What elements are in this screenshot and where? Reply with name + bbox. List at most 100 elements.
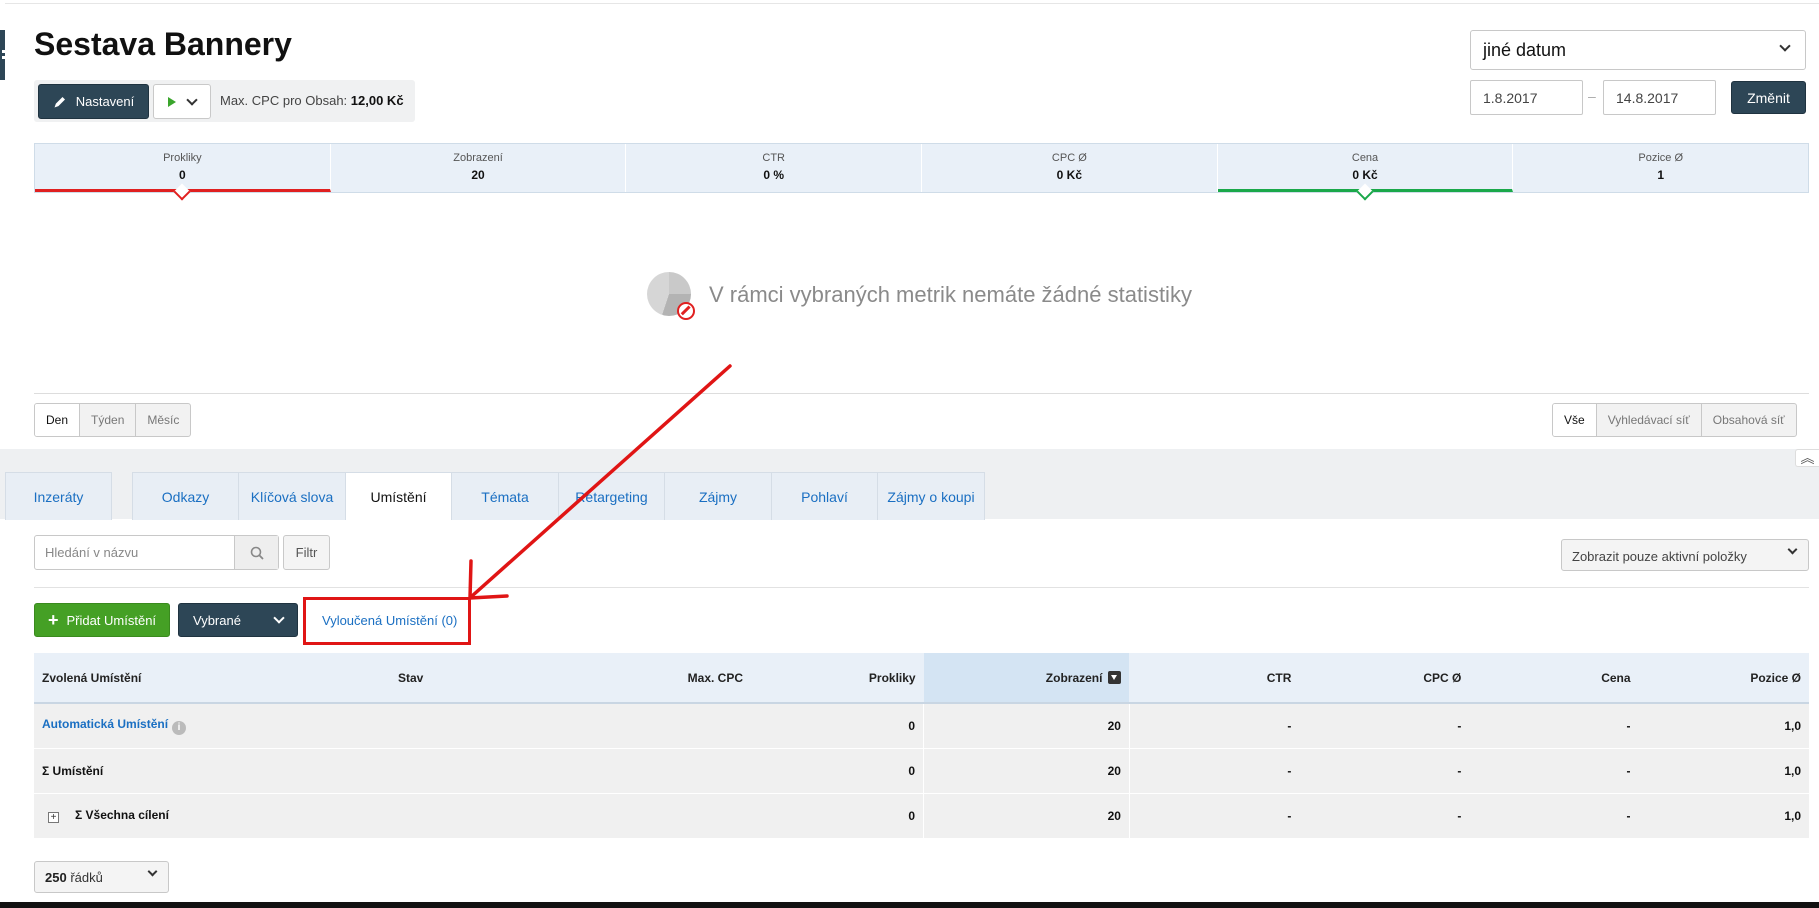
network-all-button[interactable]: Vše [1553, 404, 1597, 436]
settings-label: Nastavení [75, 94, 135, 109]
col-zvolena-umisteni[interactable]: Zvolená Umístění [34, 653, 351, 704]
collapse-icon[interactable]: ︽ [1795, 449, 1819, 467]
tab-pohlavi[interactable]: Pohlaví [771, 472, 878, 520]
cell-cpc: - [1299, 748, 1470, 794]
rows-per-page-select[interactable]: 250 řádků [34, 861, 169, 893]
chevron-down-icon [186, 93, 198, 106]
active-items-value: Zobrazit pouze aktivní položky [1572, 549, 1747, 564]
status-dropdown[interactable] [153, 84, 211, 119]
change-date-button[interactable]: Změnit [1731, 81, 1806, 114]
filter-button[interactable]: Filtr [283, 535, 330, 570]
date-preset-select[interactable]: jiné datum [1470, 30, 1806, 70]
play-icon [168, 96, 176, 107]
col-stav[interactable]: Stav [350, 653, 471, 704]
metric-label: Prokliky [163, 152, 202, 164]
col-cena[interactable]: Cena [1469, 653, 1639, 704]
annotation-highlight-box [303, 597, 471, 645]
app-frame: Sestava Bannery Nastavení Max. CPC pro O… [0, 0, 1819, 908]
metric-label: Pozice Ø [1638, 152, 1684, 164]
tab-klicova-slova[interactable]: Klíčová slova [238, 472, 346, 520]
col-prokliky[interactable]: Prokliky [751, 653, 924, 704]
metric-prokliky[interactable]: Prokliky 0 [35, 144, 331, 192]
date-preset-value: jiné datum [1483, 40, 1567, 60]
col-pozice[interactable]: Pozice Ø [1638, 653, 1809, 704]
tab-zajmy[interactable]: Zájmy [664, 472, 772, 520]
report-toolbar: Nastavení Max. CPC pro Obsah: 12,00 Kč [34, 80, 415, 122]
metric-value: 0 Kč [1352, 168, 1378, 182]
col-zobrazeni-label: Zobrazení [1045, 670, 1103, 685]
tab-retargeting[interactable]: Retargeting [558, 472, 665, 520]
placements-table: Zvolená Umístění Stav Max. CPC Prokliky … [34, 653, 1809, 839]
add-placement-button[interactable]: + Přidat Umístění [34, 603, 170, 637]
metric-pozice[interactable]: Pozice Ø 1 [1513, 144, 1808, 192]
network-search-button[interactable]: Vyhledávací síť [1597, 404, 1702, 436]
metrics-bar: Prokliky 0 Zobrazení 20 CTR 0 % CPC Ø 0 … [34, 143, 1809, 193]
col-max-cpc[interactable]: Max. CPC [470, 653, 752, 704]
period-week-button[interactable]: Týden [80, 404, 137, 436]
metric-label: CTR [762, 152, 785, 164]
cell-cpc: - [1299, 703, 1470, 749]
network-toggle: Vše Vyhledávací síť Obsahová síť [1552, 403, 1797, 437]
plus-icon: + [47, 610, 59, 630]
max-cpc-label: Max. CPC pro Obsah: [220, 93, 348, 108]
tab-inzeraty[interactable]: Inzeráty [5, 472, 112, 520]
metric-cena[interactable]: Cena 0 Kč [1217, 144, 1514, 192]
col-ctr[interactable]: CTR [1129, 653, 1300, 704]
date-to-input[interactable] [1603, 80, 1716, 115]
cell-prokliky: 0 [751, 793, 924, 839]
tab-umisteni[interactable]: Umístění [345, 472, 452, 520]
max-cpc-value: 12,00 Kč [350, 93, 404, 108]
cell-cena: - [1469, 793, 1639, 839]
empty-chart-state: V rámci vybraných metrik nemáte žádné st… [645, 270, 1192, 320]
divider [34, 587, 1809, 588]
table-header-row: Zvolená Umístění Stav Max. CPC Prokliky … [34, 653, 1809, 704]
divider [34, 393, 1809, 394]
selected-label: Vybrané [193, 612, 241, 628]
no-stats-icon [645, 270, 695, 320]
period-day-button[interactable]: Den [35, 404, 81, 436]
search-button[interactable] [234, 536, 278, 569]
expand-icon[interactable]: + [48, 812, 59, 824]
cell-prokliky: 0 [751, 748, 924, 794]
settings-button[interactable]: Nastavení [38, 84, 149, 119]
period-month-button[interactable]: Měsíc [136, 404, 190, 436]
col-cpc[interactable]: CPC Ø [1299, 653, 1470, 704]
metric-label: CPC Ø [1051, 152, 1087, 164]
cell-max-cpc [470, 703, 752, 749]
tab-temata[interactable]: Témata [451, 472, 559, 520]
chevron-down-icon [147, 866, 158, 877]
search-input[interactable] [35, 536, 235, 569]
cell-pozice: 1,0 [1638, 703, 1809, 749]
cell-max-cpc [470, 793, 752, 839]
table-row: Automatická Umístění i 0 20 - - - 1,0 [34, 703, 1809, 749]
cell-ctr: - [1129, 748, 1300, 794]
metric-zobrazeni[interactable]: Zobrazení 20 [331, 144, 627, 192]
metric-value: 0 Kč [1056, 168, 1083, 182]
cell-zobrazeni: 20 [923, 703, 1130, 749]
tab-odkazy[interactable]: Odkazy [132, 472, 239, 520]
window-bottom-edge [0, 902, 1819, 908]
automatic-placements-link[interactable]: Automatická Umístění [42, 717, 168, 731]
selected-actions-dropdown[interactable]: Vybrané [178, 603, 298, 637]
tab-zajmy-o-koupi[interactable]: Zájmy o koupi [877, 472, 985, 520]
cell-ctr: - [1129, 703, 1300, 749]
metric-value: 20 [471, 168, 485, 182]
metric-ctr[interactable]: CTR 0 % [626, 144, 923, 192]
table-row: + Σ Všechna cílení 0 20 - - - 1,0 [34, 793, 1809, 839]
metric-label: Zobrazení [453, 152, 503, 164]
cell-max-cpc [470, 748, 752, 794]
chevron-down-icon [1787, 544, 1798, 555]
active-items-select[interactable]: Zobrazit pouze aktivní položky [1561, 539, 1809, 571]
metric-value: 0 % [763, 168, 785, 182]
col-zobrazeni[interactable]: Zobrazení [923, 653, 1130, 704]
pencil-icon [54, 96, 65, 107]
metric-cpc[interactable]: CPC Ø 0 Kč [922, 144, 1218, 192]
empty-message: V rámci vybraných metrik nemáte žádné st… [709, 282, 1192, 307]
date-from-input[interactable] [1470, 80, 1583, 115]
chevron-down-icon [273, 612, 285, 624]
detail-tabs: Inzeráty Odkazy Klíčová slova Umístění T… [5, 472, 985, 520]
search-icon [250, 546, 264, 560]
info-icon[interactable]: i [172, 720, 187, 735]
sort-desc-icon [1108, 670, 1122, 684]
network-content-button[interactable]: Obsahová síť [1702, 404, 1796, 436]
